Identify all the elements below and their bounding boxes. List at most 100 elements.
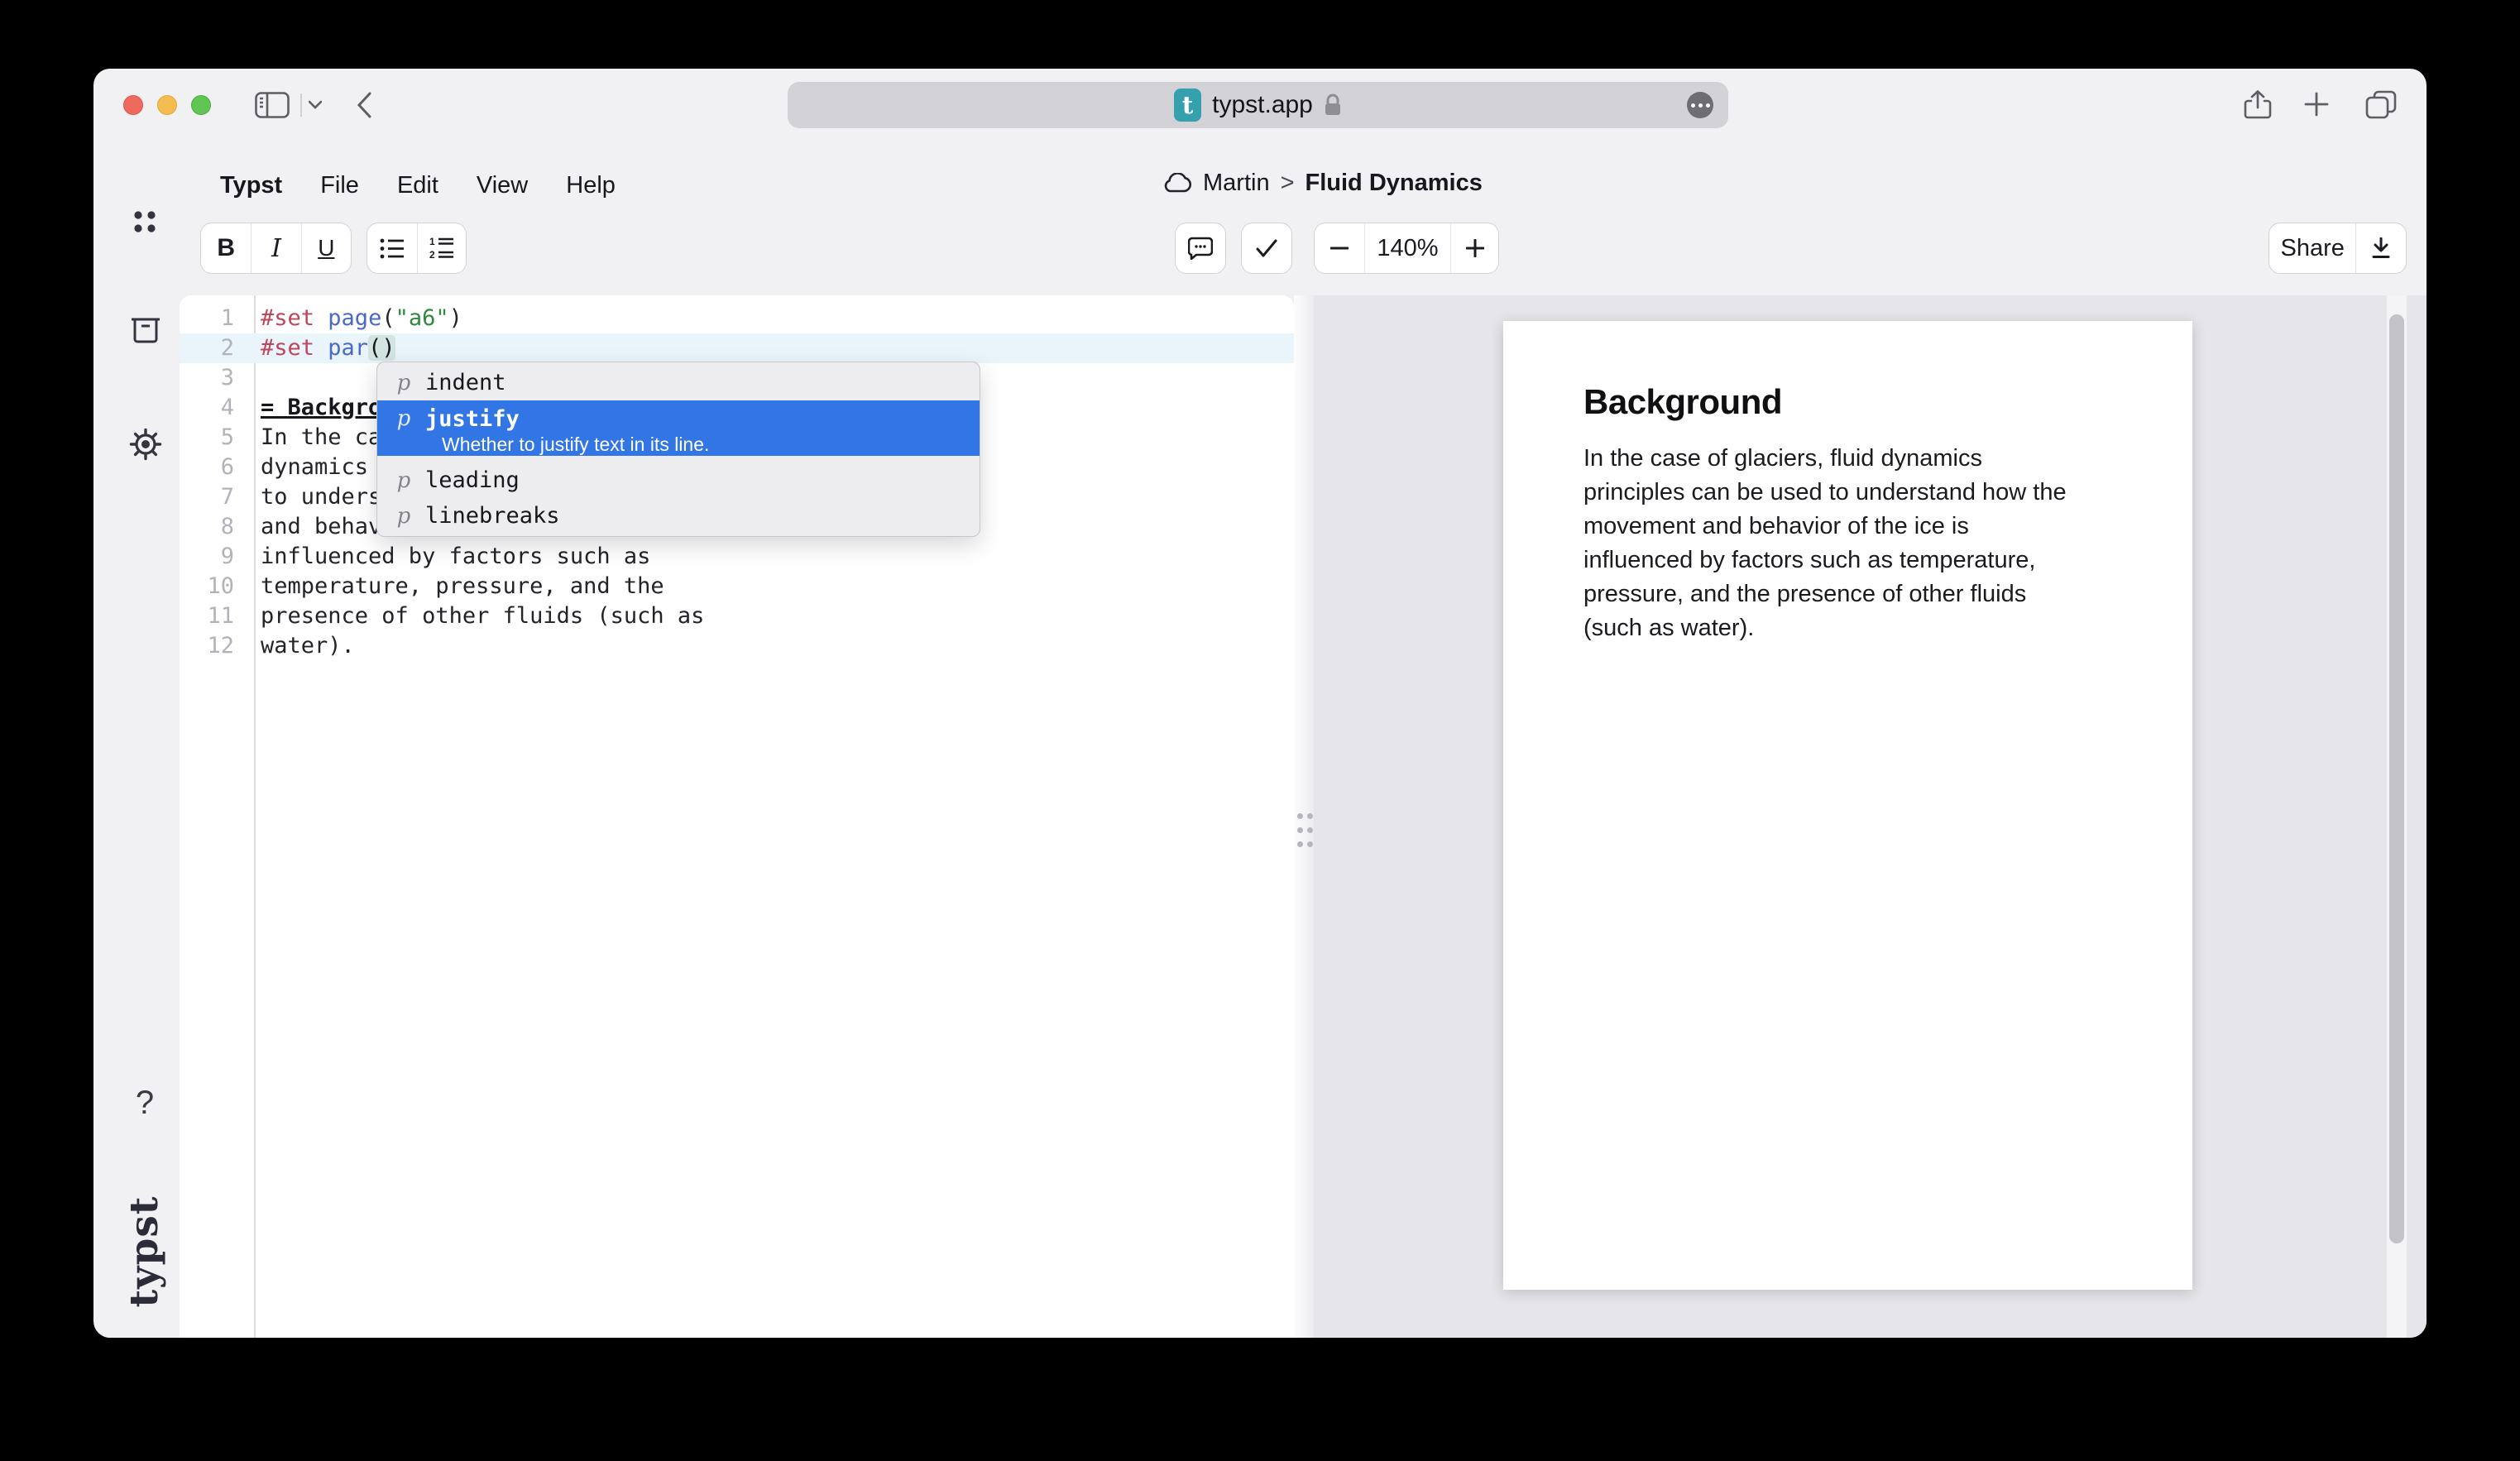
param-prefix: p [395,504,412,529]
line-number: 4 [180,393,254,423]
back-button[interactable] [357,92,373,118]
app-menubar: Typst File Edit View Help [220,172,616,199]
line-text: influenced by factors such as [254,542,650,572]
document-heading: Background [1583,382,1782,422]
typst-favicon: t [1174,89,1201,122]
traffic-minimize-button[interactable] [157,95,177,115]
autocomplete-item-linebreaks[interactable]: p linebreaks [377,498,980,534]
code-line[interactable]: 9influenced by factors such as [180,542,1294,572]
underline-button[interactable]: U [301,223,351,273]
sidebar-toggle-icon[interactable] [255,92,290,118]
comment-button[interactable] [1175,223,1226,274]
line-number: 2 [180,333,254,363]
files-box-icon[interactable] [130,315,161,345]
address-bar[interactable]: t typst.app [788,82,1728,128]
chrome-divider [300,93,302,117]
svg-text:1: 1 [429,237,435,247]
document-paragraph: In the case of glaciers, fluid dynamics … [1583,442,2146,645]
help-button[interactable]: ? [128,1085,161,1122]
line-number: 7 [180,482,254,512]
share-button[interactable]: Share [2269,223,2355,273]
share-page-icon[interactable] [2244,90,2272,120]
param-label: justify [425,406,520,432]
autocomplete-item-leading[interactable]: p leading [377,462,980,498]
code-line[interactable]: 1#set page("a6") [180,304,1294,333]
zoom-level[interactable]: 140% [1364,223,1450,273]
param-prefix: p [395,371,412,395]
zoom-in-button[interactable] [1450,223,1498,273]
line-text: #set page("a6") [254,304,462,333]
code-line[interactable]: 2#set par() [180,333,1294,363]
preview-pane: Background In the case of glaciers, flui… [1314,295,2427,1338]
code-line[interactable]: 11presence of other fluids (such as [180,601,1294,631]
check-icon [1255,238,1278,258]
typst-logo: typst [122,1181,168,1322]
safari-window: t typst.app Typst File Edit View H [93,69,2427,1338]
line-number: 9 [180,542,254,572]
line-number: 8 [180,512,254,542]
text-style-group: B I U [200,223,352,274]
menu-help[interactable]: Help [566,172,616,199]
param-label: indent [425,370,506,395]
menu-file[interactable]: File [320,172,359,199]
dashboard-icon[interactable] [131,208,159,236]
line-text: presence of other fluids (such as [254,601,704,631]
traffic-close-button[interactable] [123,95,143,115]
spellcheck-button[interactable] [1241,223,1292,274]
line-number: 1 [180,304,254,333]
line-text: temperature, pressure, and the [254,572,664,601]
breadcrumb-document[interactable]: Fluid Dynamics [1306,170,1483,197]
bullet-list-button[interactable] [367,223,417,273]
autocomplete-item-justify[interactable]: p justifyWhether to justify text in its l… [377,400,980,456]
line-text [254,363,261,393]
pane-splitter[interactable] [1294,295,1314,1338]
line-number: 6 [180,453,254,482]
autocomplete-dropdown: pindentpjustifyWhether to justify text i… [376,362,980,537]
lock-icon [1324,93,1342,117]
comment-icon [1188,237,1213,260]
cloud-icon [1162,173,1192,194]
line-number: 11 [180,601,254,631]
preview-scrollbar-thumb[interactable] [2389,314,2404,1243]
download-icon [2371,237,2391,259]
menu-edit[interactable]: Edit [397,172,438,199]
menu-typst[interactable]: Typst [220,172,282,199]
new-tab-icon[interactable] [2304,92,2329,117]
menu-view[interactable]: View [477,172,528,199]
param-description: Whether to justify text in its line. [442,434,980,456]
line-text: water). [254,631,355,661]
breadcrumb: Martin > Fluid Dynamics [1162,170,1483,197]
param-prefix: p [395,468,412,493]
page-settings-button[interactable] [1687,92,1713,118]
breadcrumb-separator: > [1281,170,1295,197]
document-page: Background In the case of glaciers, flui… [1503,321,2192,1290]
svg-text:2: 2 [429,249,435,260]
bullet-list-icon [380,237,405,260]
preview-scrollbar[interactable] [2386,295,2407,1338]
share-group: Share [2268,223,2407,274]
param-prefix: p [395,406,412,431]
zoom-out-button[interactable] [1315,223,1364,273]
line-number: 5 [180,423,254,453]
tab-overview-icon[interactable] [2365,90,2397,120]
settings-gear-icon[interactable] [129,428,162,461]
bold-button[interactable]: B [201,223,251,273]
code-line[interactable]: 12water). [180,631,1294,661]
list-group: 1 2 [367,223,467,274]
url-text: typst.app [1212,91,1313,119]
italic-button[interactable]: I [251,223,300,273]
line-number: 10 [180,572,254,601]
code-line[interactable]: 10temperature, pressure, and the [180,572,1294,601]
zoom-control-group: 140% [1314,223,1499,274]
download-button[interactable] [2355,223,2406,273]
numbered-list-icon: 1 2 [429,237,454,260]
traffic-zoom-button[interactable] [191,95,211,115]
breadcrumb-workspace[interactable]: Martin [1203,170,1270,197]
chevron-down-icon[interactable] [309,100,322,109]
line-number: 12 [180,631,254,661]
param-label: leading [425,467,520,493]
line-text: #set par() [254,333,395,363]
param-label: linebreaks [425,503,560,529]
autocomplete-item-indent[interactable]: pindent [377,365,980,400]
numbered-list-button[interactable]: 1 2 [417,223,467,273]
